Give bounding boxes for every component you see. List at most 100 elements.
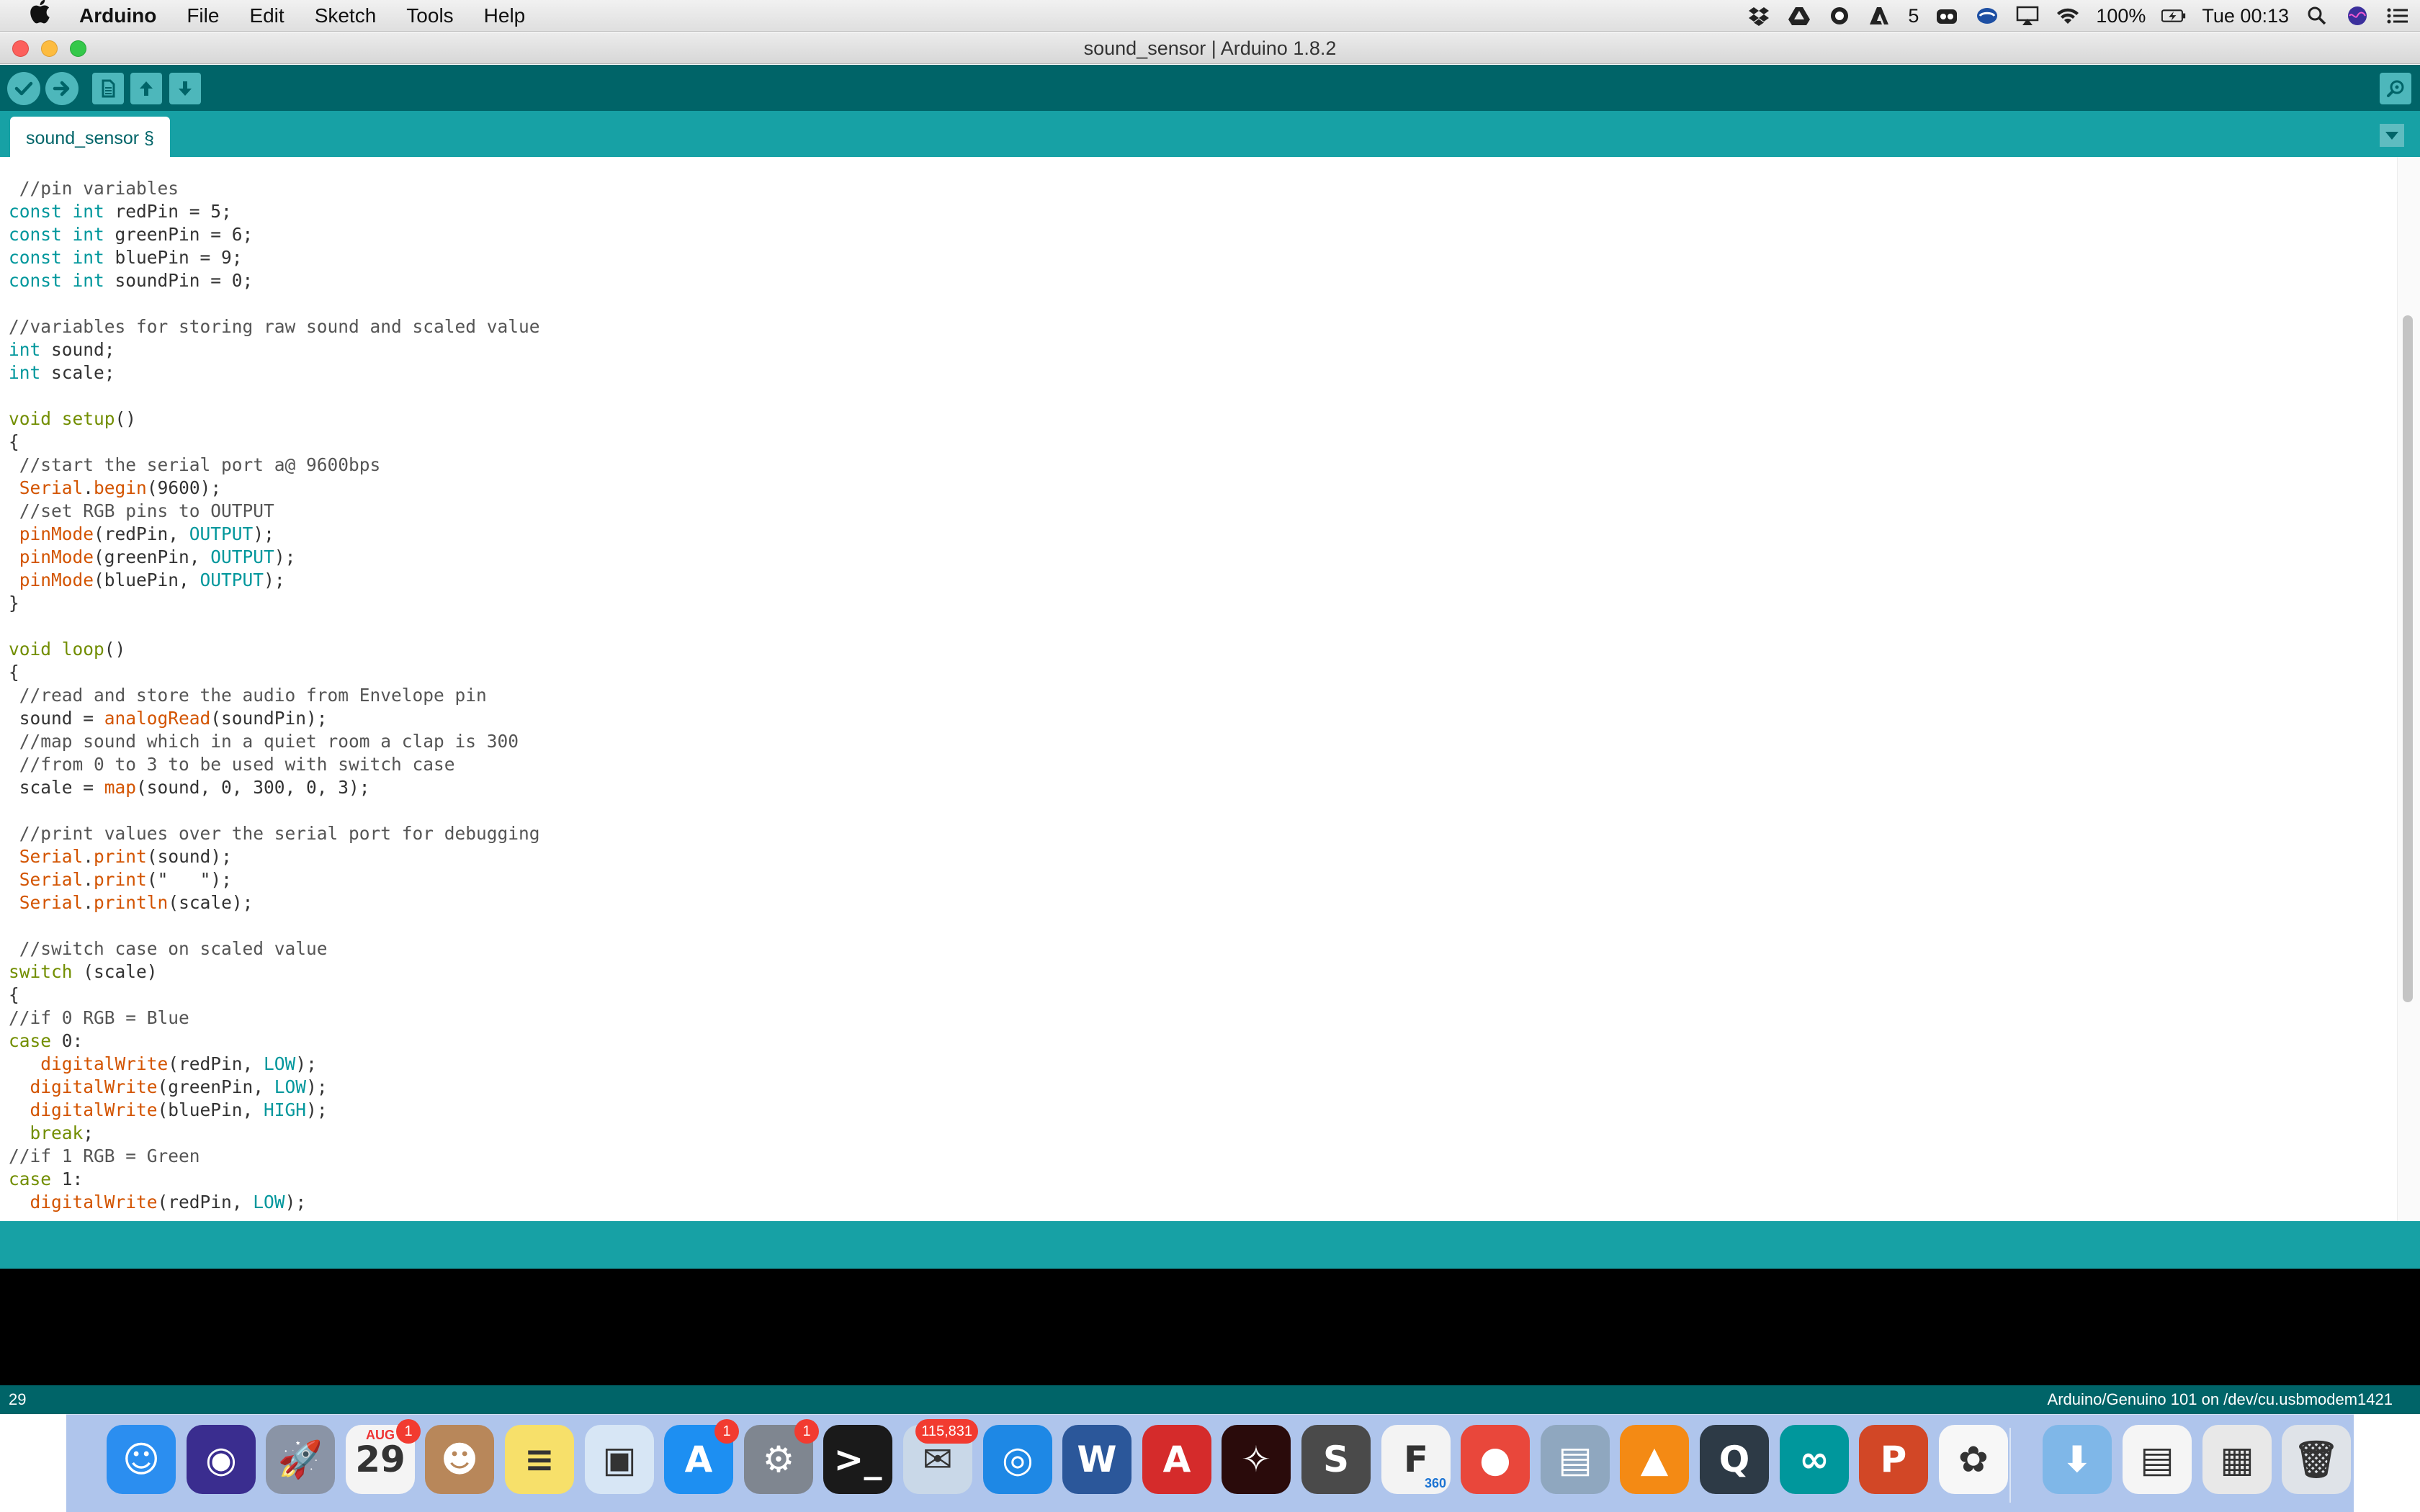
serial-monitor-button[interactable] — [2380, 73, 2411, 104]
code-editor[interactable]: //pin variables const int redPin = 5; cons… — [0, 157, 2420, 1221]
dock-app-glyph: ◎ — [1002, 1439, 1034, 1480]
code-line: { — [9, 984, 19, 1005]
launchpad-icon[interactable]: 🚀 — [266, 1425, 335, 1494]
terminal-icon[interactable]: >_ — [823, 1425, 892, 1494]
dock-app-glyph: ≡ — [524, 1439, 555, 1480]
console-output[interactable] — [0, 1269, 2420, 1385]
editor-scrollbar-thumb[interactable] — [2403, 315, 2413, 1002]
notes-icon[interactable]: ≡ — [505, 1425, 574, 1494]
open-icon — [140, 81, 153, 96]
autocad-icon[interactable]: A — [1142, 1425, 1211, 1494]
google-drive-icon[interactable] — [1787, 5, 1811, 27]
dock-app-glyph: Q — [1718, 1439, 1750, 1480]
system-preferences-icon[interactable]: ⚙ 1 — [744, 1419, 819, 1494]
dock-app-glyph: S — [1322, 1439, 1349, 1480]
save-sketch-button[interactable] — [169, 73, 201, 104]
photos-icon[interactable]: ✿ — [1939, 1425, 2008, 1494]
dock-notification-badge: 115,831 — [915, 1419, 978, 1444]
adobe-icon[interactable] — [1868, 5, 1892, 27]
dock-app-glyph: ⚙ — [762, 1439, 795, 1480]
dock-app-glyph: A — [684, 1439, 713, 1480]
screenshot-icon[interactable]: ▦ — [2202, 1425, 2272, 1494]
code-line: //read and store the audio from Envelope… — [9, 685, 487, 706]
mail-icon[interactable]: ✉ 115,831 — [903, 1419, 978, 1494]
dropbox-icon[interactable] — [1747, 5, 1771, 27]
chrome-icon[interactable]: ● — [1461, 1425, 1530, 1494]
finder-icon[interactable]: ☺ — [107, 1425, 176, 1494]
document-icon[interactable]: ▤ — [2123, 1425, 2192, 1494]
menu-sketch[interactable]: Sketch — [300, 0, 392, 32]
tab-menu-triangle-icon — [2385, 132, 2398, 140]
notification-center-icon[interactable] — [2385, 5, 2410, 27]
calendar-icon[interactable]: 29 AUG 1 — [346, 1419, 421, 1494]
dock-notification-badge: 1 — [794, 1419, 819, 1444]
preview-icon[interactable]: ▣ — [585, 1425, 654, 1494]
code-text-area[interactable]: //pin variables const int redPin = 5; cons… — [9, 177, 540, 1214]
fusion-360-icon[interactable]: F 360 — [1381, 1425, 1451, 1494]
code-line: scale = map(sound, 0, 300, 0, 3); — [9, 777, 370, 798]
creative-cloud-icon[interactable] — [1935, 5, 1959, 27]
safari-icon[interactable]: ◎ — [983, 1425, 1052, 1494]
powerpoint-icon[interactable]: P — [1859, 1425, 1928, 1494]
editor-scroll-track[interactable] — [2397, 157, 2420, 1221]
sublime-text-icon[interactable]: S — [1301, 1425, 1371, 1494]
verify-button[interactable] — [7, 72, 40, 105]
code-line: case 1: — [9, 1169, 84, 1189]
contacts-icon[interactable]: ☻ — [425, 1425, 494, 1494]
tab-menu-button[interactable] — [2380, 124, 2404, 147]
code-line: //variables for storing raw sound and sc… — [9, 316, 540, 337]
quicktime-icon[interactable]: Q — [1700, 1425, 1769, 1494]
trash-icon[interactable]: 🗑 — [2282, 1425, 2351, 1494]
acrobat-icon[interactable]: ✧ — [1222, 1425, 1291, 1494]
siri-icon[interactable]: ◉ — [187, 1425, 256, 1494]
code-line: //map sound which in a quiet room a clap… — [9, 731, 519, 752]
menu-app-name[interactable]: Arduino — [79, 0, 171, 32]
serial-monitor-icon — [2387, 80, 2404, 97]
adobe-notification-count: 5 — [1908, 5, 1919, 27]
battery-percentage: 100% — [2096, 5, 2146, 27]
word-icon[interactable]: W — [1062, 1425, 1131, 1494]
code-line: digitalWrite(redPin, LOW); — [30, 1192, 307, 1212]
dock-app-glyph: ⬇ — [2062, 1439, 2092, 1480]
dock-app-glyph: ✉ — [923, 1439, 953, 1480]
dock-app-glyph: W — [1077, 1439, 1117, 1480]
code-line: pinMode(bluePin, OUTPUT); — [19, 570, 285, 590]
menu-tools[interactable]: Tools — [391, 0, 468, 32]
dock-app-glyph: ▣ — [602, 1439, 637, 1480]
downloads-folder-icon[interactable]: ⬇ — [2043, 1425, 2112, 1494]
apple-logo-icon[interactable] — [0, 0, 79, 32]
tab-sound-sensor[interactable]: sound_sensor § — [10, 117, 170, 157]
airplay-icon[interactable] — [2015, 5, 2040, 27]
code-line: Serial.print(sound); — [19, 846, 232, 867]
new-icon — [102, 79, 115, 98]
arduino-icon[interactable]: ∞ — [1780, 1425, 1849, 1494]
code-line: { — [9, 662, 19, 683]
code-line: case 0: — [9, 1030, 84, 1051]
menu-bar-status-area: 5 100% Tue 00:13 — [1747, 0, 2410, 32]
new-sketch-button[interactable] — [92, 73, 124, 104]
menu-help[interactable]: Help — [469, 0, 541, 32]
menu-bar-clock[interactable]: Tue 00:13 — [2202, 0, 2289, 32]
app-store-icon[interactable]: A1 — [664, 1419, 739, 1494]
radio-record-icon[interactable] — [1827, 5, 1852, 27]
sync-icon[interactable] — [1975, 5, 1999, 27]
menu-edit[interactable]: Edit — [234, 0, 299, 32]
code-line: //from 0 to 3 to be used with switch cas… — [9, 754, 455, 775]
spotlight-icon[interactable] — [2305, 5, 2329, 27]
upload-button[interactable] — [45, 72, 79, 105]
vlc-icon[interactable]: ▲ — [1620, 1425, 1689, 1494]
code-line: const int redPin = 5; — [9, 201, 232, 222]
open-sketch-button[interactable] — [130, 73, 162, 104]
code-line: void setup() — [9, 408, 137, 429]
macos-menu-bar: Arduino File Edit Sketch Tools Help 5 10… — [0, 0, 2420, 32]
arduino-toolbar — [0, 65, 2420, 111]
dock-app-glyph: ∞ — [1799, 1439, 1829, 1480]
image-capture-icon[interactable]: ▤ — [1541, 1425, 1610, 1494]
dock-app-glyph: 29 — [355, 1439, 405, 1480]
siri-icon[interactable] — [2345, 5, 2370, 27]
dock-separator — [2009, 1428, 2011, 1503]
wifi-icon[interactable] — [2056, 5, 2080, 27]
menu-file[interactable]: File — [171, 0, 234, 32]
battery-charging-icon[interactable] — [2161, 5, 2186, 27]
